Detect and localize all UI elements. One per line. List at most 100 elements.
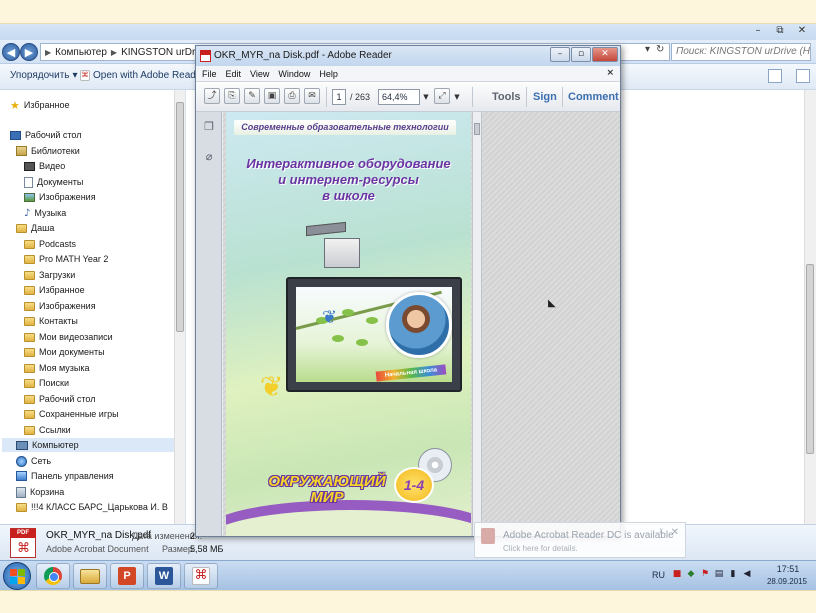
folder-icon (24, 347, 35, 357)
nav-lib-music[interactable]: ♪ Музыка (24, 206, 66, 220)
fit-page-icon[interactable]: ⤢ (434, 88, 450, 104)
signal-icon[interactable]: ▮ (728, 569, 738, 580)
clock-date[interactable]: 28.09.2015 (764, 577, 810, 586)
chevron-down-icon[interactable]: ▼ (421, 89, 431, 105)
nav-user-item[interactable]: Рабочий стол (24, 392, 96, 406)
nav-recycle-bin[interactable]: Корзина (16, 485, 64, 499)
nav-folder-class[interactable]: !!!4 КЛАСС БАРС_Царькова И. В (16, 500, 168, 514)
child-photo (386, 292, 452, 358)
nav-user-item[interactable]: Избранное (24, 283, 85, 297)
forward-button[interactable]: ▶ (20, 43, 38, 61)
taskbar-chrome[interactable] (36, 563, 70, 589)
email-icon[interactable]: ✉ (304, 88, 320, 104)
help-icon[interactable] (796, 69, 810, 83)
nav-user-item[interactable]: Моя музыка (24, 361, 90, 375)
nav-user-item[interactable]: Ссылки (24, 423, 71, 437)
attachment-icon[interactable]: ⌀ (203, 150, 215, 164)
taskbar-explorer[interactable] (73, 563, 107, 589)
nav-lib-documents[interactable]: Документы (24, 175, 83, 189)
minimize-button[interactable]: – (748, 24, 768, 38)
network-icon[interactable]: ▤ (714, 569, 724, 580)
nav-favorites[interactable]: ★ Избранное (10, 98, 70, 112)
create-pdf-icon[interactable]: ⎘ (224, 88, 240, 104)
edit-icon[interactable]: ✎ (244, 88, 260, 104)
language-indicator[interactable]: RU (652, 570, 665, 580)
print-icon[interactable]: ⎙ (284, 88, 300, 104)
menu-file[interactable]: File (202, 69, 217, 79)
document-scrollbar-thumb[interactable] (474, 123, 480, 135)
nav-libraries[interactable]: Библиотеки (16, 144, 80, 158)
chevron-down-icon: ▾ (72, 70, 78, 81)
organize-button[interactable]: Упорядочить ▾ (10, 70, 78, 81)
nav-user-item[interactable]: Сохраненные игры (24, 407, 119, 421)
save-icon[interactable]: ▣ (264, 88, 280, 104)
nav-desktop[interactable]: Рабочий стол (10, 128, 82, 142)
leaf-illustration (332, 335, 344, 342)
close-document-icon[interactable]: × (606, 68, 614, 78)
menu-window[interactable]: Window (278, 69, 310, 79)
nav-user-item[interactable]: Загрузки (24, 268, 75, 282)
nav-user-item[interactable]: Поиски (24, 376, 69, 390)
maximize-button[interactable]: ⧉ (770, 24, 790, 38)
folder-icon (24, 285, 35, 295)
document-scrollbar[interactable] (472, 112, 482, 536)
nav-computer[interactable]: Компьютер (2, 438, 174, 452)
toolbar-divider (472, 87, 473, 107)
main-scrollbar-thumb[interactable] (806, 264, 814, 454)
chevron-down-icon[interactable]: ▾ (645, 44, 650, 55)
nav-label: Изображения (39, 301, 96, 311)
nav-scrollbar-thumb[interactable] (176, 102, 184, 332)
page-number-input[interactable]: 1 (332, 89, 346, 105)
folder-icon (24, 239, 35, 249)
nav-lib-images[interactable]: Изображения (24, 190, 96, 204)
nav-control-panel[interactable]: Панель управления (16, 469, 114, 483)
start-button[interactable] (3, 562, 31, 590)
menu-view[interactable]: View (250, 69, 269, 79)
tab-comment[interactable]: Comment (568, 91, 619, 103)
nav-user-item[interactable]: Мои видеозаписи (24, 330, 113, 344)
zoom-select[interactable]: 64,4% (378, 89, 420, 105)
tab-tools[interactable]: Tools (492, 91, 521, 103)
nav-network[interactable]: Сеть (16, 454, 51, 468)
close-button[interactable]: ✕ (592, 47, 618, 62)
close-button[interactable]: ✕ (792, 24, 812, 38)
menu-edit[interactable]: Edit (226, 69, 242, 79)
taskbar-acrobat[interactable]: ⌘ (184, 563, 218, 589)
nav-user-item[interactable]: Изображения (24, 299, 96, 313)
pages-icon[interactable]: ❐ (203, 120, 215, 134)
minimize-button[interactable]: – (550, 47, 570, 62)
menu-help[interactable]: Help (319, 69, 338, 79)
nav-user-item[interactable]: Podcasts (24, 237, 76, 251)
refresh-icon[interactable]: ↻ (656, 44, 664, 55)
shield-icon[interactable]: ◆ (686, 569, 696, 580)
view-options-icon[interactable] (768, 69, 782, 83)
open-icon[interactable]: ⤴ (204, 88, 220, 104)
nav-user[interactable]: Даша (16, 221, 54, 235)
volume-icon[interactable]: ◀ (742, 569, 752, 580)
update-notification[interactable]: Adobe Acrobat Reader DC is available Cli… (474, 522, 686, 558)
settings-icon[interactable]: ᵡ (659, 527, 663, 538)
flag-icon[interactable]: ⚑ (700, 569, 710, 580)
document-view[interactable]: Современные образовательные технологии И… (223, 112, 620, 536)
pdf-icon (200, 50, 211, 62)
nav-user-item[interactable]: Мои документы (24, 345, 105, 359)
cover-subject-line: МИР (310, 489, 344, 506)
chevron-down-icon[interactable]: ▼ (452, 89, 462, 105)
nav-user-item[interactable]: Контакты (24, 314, 78, 328)
notification-subtitle[interactable]: Click here for details. (503, 544, 578, 553)
nav-lib-video[interactable]: Видео (24, 159, 65, 173)
taskbar-powerpoint[interactable]: P (110, 563, 144, 589)
back-button[interactable]: ◀ (2, 43, 20, 61)
clock-time[interactable]: 17:51 (768, 564, 808, 574)
explorer-titlebar: – ⧉ ✕ (0, 24, 816, 40)
maximize-button[interactable]: ▫ (571, 47, 591, 62)
nav-label: Избранное (23, 100, 70, 110)
tab-sign[interactable]: Sign (533, 91, 557, 103)
folder-icon (24, 332, 35, 342)
nav-user-item[interactable]: Pro MATH Year 2 (24, 252, 108, 266)
acrobat-tray-icon[interactable]: ■ (672, 569, 682, 580)
search-input[interactable]: Поиск: KINGSTON urDrive (H:) (671, 43, 811, 61)
taskbar-word[interactable]: W (147, 563, 181, 589)
close-icon[interactable]: ✕ (671, 527, 679, 538)
breadcrumb-computer[interactable]: Компьютер (55, 47, 107, 58)
